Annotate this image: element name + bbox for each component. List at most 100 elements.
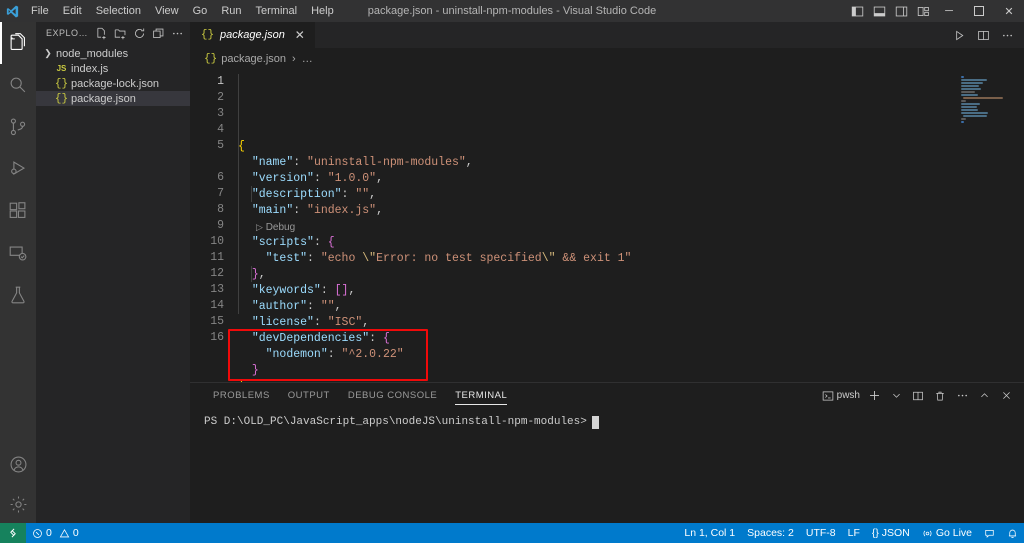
- status-notifications[interactable]: [1001, 523, 1024, 543]
- code-editor[interactable]: 12345 6 7 8 9 10 11 12 13 14 15 16 { "name": "unin…: [190, 70, 1024, 382]
- code-line[interactable]: }: [232, 363, 1024, 379]
- collapse-folders-icon[interactable]: [149, 24, 167, 42]
- kill-terminal-button[interactable]: [930, 385, 950, 407]
- status-language-mode[interactable]: {} JSON: [866, 523, 916, 543]
- code-line[interactable]: {: [232, 139, 1024, 155]
- close-button[interactable]: ✕: [994, 0, 1024, 22]
- activity-remote-explorer[interactable]: [0, 232, 36, 274]
- code-token: {: [238, 140, 245, 153]
- menu-run[interactable]: Run: [214, 2, 248, 20]
- status-indentation[interactable]: Spaces: 2: [741, 523, 800, 543]
- breadcrumb[interactable]: {} package.json › …: [190, 48, 1024, 70]
- line-number: 8: [217, 203, 224, 216]
- breadcrumb-trail[interactable]: …: [302, 53, 313, 65]
- status-eol[interactable]: LF: [842, 523, 866, 543]
- activity-testing[interactable]: [0, 274, 36, 316]
- activity-run-debug[interactable]: [0, 148, 36, 190]
- activity-extensions[interactable]: [0, 190, 36, 232]
- terminal-profile-button[interactable]: pwsh: [820, 385, 862, 407]
- maximize-button[interactable]: [964, 0, 994, 22]
- panel-tab-problems[interactable]: PROBLEMS: [204, 383, 279, 408]
- tab-close-icon[interactable]: ✕: [293, 29, 307, 41]
- code-line[interactable]: "description": "",: [232, 187, 1024, 203]
- activity-accounts[interactable]: [0, 443, 36, 485]
- code-line[interactable]: "author": "",: [232, 299, 1024, 315]
- code-line[interactable]: "scripts": {: [232, 235, 1024, 251]
- code-token: :: [369, 332, 383, 345]
- status-encoding[interactable]: UTF-8: [800, 523, 842, 543]
- tree-item-package-lock-json[interactable]: {} package-lock.json: [36, 76, 190, 91]
- new-terminal-button[interactable]: [864, 385, 884, 407]
- menu-selection[interactable]: Selection: [89, 2, 148, 20]
- new-folder-icon[interactable]: [111, 24, 129, 42]
- menu-terminal[interactable]: Terminal: [249, 2, 305, 20]
- code-token: ,: [465, 156, 473, 169]
- codelens-debug[interactable]: ▷ Debug: [232, 219, 1024, 235]
- activity-explorer[interactable]: [0, 22, 36, 64]
- breadcrumb-file[interactable]: package.json: [221, 53, 286, 65]
- code-line[interactable]: "version": "1.0.0",: [232, 171, 1024, 187]
- panel-tab-output[interactable]: OUTPUT: [279, 383, 339, 408]
- code-token: "index.js": [307, 204, 377, 217]
- toggle-panel-icon[interactable]: [868, 0, 890, 22]
- vscode-window: File Edit Selection View Go Run Terminal…: [0, 0, 1024, 543]
- status-go-live[interactable]: Go Live: [916, 523, 978, 543]
- vscode-logo-icon: [0, 4, 24, 19]
- menu-help[interactable]: Help: [304, 2, 341, 20]
- activity-source-control[interactable]: [0, 106, 36, 148]
- tree-item-package-json[interactable]: {} package.json: [36, 91, 190, 106]
- code-line[interactable]: "nodemon": "^2.0.22": [232, 347, 1024, 363]
- code-token: :: [327, 348, 342, 361]
- code-token: \": [541, 252, 556, 265]
- split-terminal-button[interactable]: [908, 385, 928, 407]
- customize-layout-icon[interactable]: [912, 0, 934, 22]
- code-line[interactable]: "test": "echo \"Error: no test specified…: [232, 251, 1024, 267]
- menu-file[interactable]: File: [24, 2, 56, 20]
- code-line[interactable]: "main": "index.js",: [232, 203, 1024, 219]
- code-line[interactable]: "license": "ISC",: [232, 315, 1024, 331]
- codelens-label[interactable]: ▷ Debug: [256, 222, 295, 233]
- line-number: 14: [210, 299, 224, 312]
- code-line[interactable]: "keywords": [],: [232, 283, 1024, 299]
- panel-tab-terminal[interactable]: TERMINAL: [446, 383, 516, 408]
- run-code-icon[interactable]: [948, 24, 970, 46]
- code-token: "version": [251, 172, 314, 185]
- explorer-more-actions-icon[interactable]: [168, 24, 186, 42]
- tree-item-node_modules[interactable]: ❯ node_modules: [36, 46, 190, 61]
- code-line[interactable]: "devDependencies": {: [232, 331, 1024, 347]
- panel-more-actions-button[interactable]: [952, 385, 972, 407]
- menu-go[interactable]: Go: [186, 2, 215, 20]
- status-feedback[interactable]: [978, 523, 1001, 543]
- terminal-cursor: [591, 416, 599, 429]
- editor-vertical-scrollbar[interactable]: [1010, 70, 1024, 382]
- code-token: []: [334, 284, 349, 297]
- terminal-output[interactable]: PS D:\OLD_PC\JavaScript_apps\nodeJS\unin…: [190, 408, 1024, 523]
- panel-tab-debug-console[interactable]: DEBUG CONSOLE: [339, 383, 446, 408]
- toggle-primary-sidebar-icon[interactable]: [846, 0, 868, 22]
- terminal-profile-dropdown[interactable]: [886, 385, 906, 407]
- menu-edit[interactable]: Edit: [56, 2, 89, 20]
- code-line[interactable]: },: [232, 267, 1024, 283]
- status-remote-indicator[interactable]: [0, 523, 26, 543]
- toggle-secondary-sidebar-icon[interactable]: [890, 0, 912, 22]
- close-panel-button[interactable]: [996, 385, 1016, 407]
- activity-search[interactable]: [0, 64, 36, 106]
- menu-bar[interactable]: File Edit Selection View Go Run Terminal…: [24, 2, 341, 20]
- minimize-button[interactable]: ─: [934, 0, 964, 22]
- maximize-panel-button[interactable]: [974, 385, 994, 407]
- split-editor-icon[interactable]: [972, 24, 994, 46]
- editor-more-actions-icon[interactable]: [996, 24, 1018, 46]
- tab-package-json[interactable]: {} package.json ✕: [190, 22, 316, 48]
- line-number: 15: [210, 315, 224, 328]
- status-cursor-position[interactable]: Ln 1, Col 1: [678, 523, 741, 543]
- code-line[interactable]: "name": "uninstall-npm-modules",: [232, 155, 1024, 171]
- menu-view[interactable]: View: [148, 2, 186, 20]
- status-problems[interactable]: 0 0: [26, 523, 85, 543]
- code-line[interactable]: }: [232, 379, 1024, 382]
- activity-settings[interactable]: [0, 485, 36, 523]
- code-content[interactable]: { "name": "uninstall-npm-modules", "vers…: [232, 70, 1024, 382]
- new-file-icon[interactable]: [92, 24, 110, 42]
- tree-item-index-js[interactable]: JS index.js: [36, 61, 190, 76]
- refresh-explorer-icon[interactable]: [130, 24, 148, 42]
